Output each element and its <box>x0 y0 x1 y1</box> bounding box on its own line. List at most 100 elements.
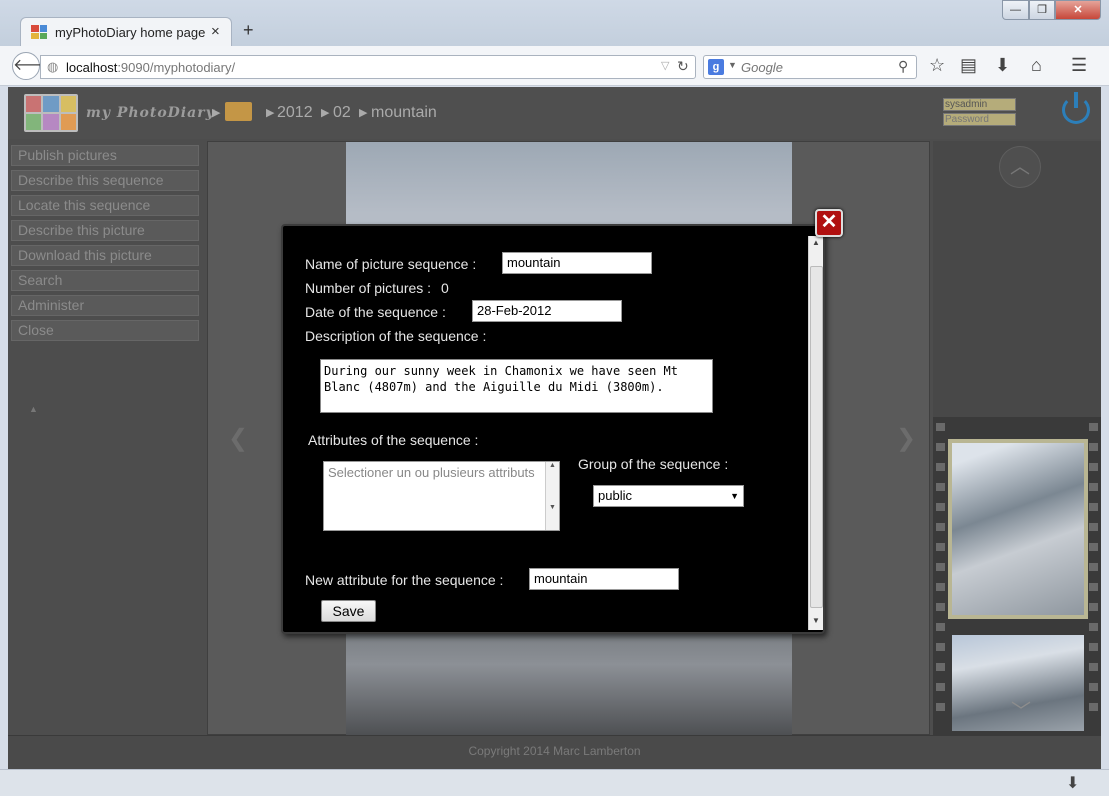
new-attribute-label: New attribute for the sequence : <box>305 572 504 588</box>
dialog-scrollbar[interactable]: ▲ ▼ <box>808 236 823 630</box>
engine-dropdown-icon[interactable]: ▼ <box>728 60 737 70</box>
breadcrumb-separator-icon: ▶ <box>212 107 221 119</box>
sprocket-hole <box>936 603 945 611</box>
username-field[interactable]: sysadmin <box>943 98 1016 111</box>
filmstrip-scroll-down-icon[interactable]: ﹀ <box>1011 695 1031 724</box>
sprocket-hole <box>936 563 945 571</box>
sprocket-hole <box>1089 463 1098 471</box>
sidebar-scroll-up-icon[interactable]: ▲ <box>29 404 38 414</box>
attributes-label: Attributes of the sequence : <box>308 432 479 448</box>
sprocket-hole <box>1089 563 1098 571</box>
url-bar[interactable]: ◍ localhost:9090/myphotodiary/ ▽ ↻ <box>40 55 696 79</box>
breadcrumb-separator-icon: ▶ <box>266 107 275 119</box>
menu-describe-picture[interactable]: Describe this picture <box>11 220 199 241</box>
menu-search[interactable]: Search <box>11 270 199 291</box>
window-close-button[interactable]: ✕ <box>1055 0 1101 20</box>
sprocket-hole <box>1089 643 1098 651</box>
sprocket-hole <box>936 643 945 651</box>
previous-photo-icon[interactable]: ❮ <box>228 424 248 453</box>
menu-close[interactable]: Close <box>11 320 199 341</box>
menu-administer[interactable]: Administer <box>11 295 199 316</box>
group-label: Group of the sequence : <box>578 456 729 472</box>
description-label: Description of the sequence : <box>305 328 487 344</box>
new-tab-button[interactable]: + <box>243 20 254 41</box>
downloads-icon[interactable]: ⬇ <box>995 55 1010 76</box>
scrollbar-thumb[interactable] <box>810 266 823 608</box>
scroll-up-icon[interactable]: ▲ <box>812 238 820 247</box>
logo-text: my PhotoDiary <box>86 105 215 121</box>
filmstrip-scroll-up-button[interactable]: ︿ <box>999 146 1041 188</box>
menu-download-picture[interactable]: Download this picture <box>11 245 199 266</box>
scroll-down-icon[interactable]: ▼ <box>812 616 820 625</box>
sprocket-hole <box>936 443 945 451</box>
bookmark-star-icon[interactable]: ☆ <box>929 55 945 76</box>
url-text: localhost:9090/myphotodiary/ <box>66 60 236 75</box>
sprocket-hole <box>1089 523 1098 531</box>
sprocket-hole <box>936 543 945 551</box>
password-field[interactable]: Password <box>943 113 1016 126</box>
count-label: Number of pictures : <box>305 280 432 296</box>
sprocket-hole <box>936 703 945 711</box>
browser-status-bar: ⬇ <box>0 769 1109 796</box>
breadcrumb-sequence[interactable]: mountain <box>371 104 437 122</box>
reload-icon[interactable]: ↻ <box>677 58 689 75</box>
group-select[interactable]: public ▼ <box>593 485 744 507</box>
sprocket-hole <box>1089 663 1098 671</box>
close-dialog-button[interactable]: ✕ <box>815 209 843 237</box>
filmstrip-panel: ︿ ﹀ <box>933 141 1101 735</box>
description-textarea[interactable]: During our sunny week in Chamonix we hav… <box>320 359 713 413</box>
globe-icon: ◍ <box>47 59 59 74</box>
search-placeholder: Google <box>741 60 783 75</box>
power-icon-line <box>1074 92 1078 108</box>
favicon-icon <box>31 25 47 39</box>
home-icon[interactable]: ⌂ <box>1031 55 1042 76</box>
back-button[interactable]: 🡐 <box>12 52 56 80</box>
attributes-scrollbar[interactable]: ▲ ▼ <box>545 462 559 530</box>
filmstrip: ﹀ <box>933 417 1101 735</box>
breadcrumb-separator-icon: ▶ <box>359 107 368 119</box>
sprocket-hole <box>936 463 945 471</box>
window-maximize-button[interactable]: ❐ <box>1029 0 1055 20</box>
sequence-name-input[interactable]: mountain <box>502 252 652 274</box>
menu-icon[interactable]: ☰ <box>1071 55 1087 76</box>
window-minimize-button[interactable]: — <box>1002 0 1029 20</box>
menu-describe-sequence[interactable]: Describe this sequence <box>11 170 199 191</box>
search-bar[interactable]: g ▼ Google ⚲ <box>703 55 917 79</box>
sidebar-menu: Publish pictures Describe this sequence … <box>8 139 205 782</box>
sprocket-hole <box>1089 483 1098 491</box>
picture-count: 0 <box>441 280 449 296</box>
sprocket-hole <box>1089 543 1098 551</box>
sprocket-hole <box>1089 703 1098 711</box>
menu-publish-pictures[interactable]: Publish pictures <box>11 145 199 166</box>
breadcrumb-month[interactable]: 02 <box>333 104 351 122</box>
google-icon: g <box>708 59 724 75</box>
menu-locate-sequence[interactable]: Locate this sequence <box>11 195 199 216</box>
search-icon[interactable]: ⚲ <box>898 58 908 75</box>
thumbnail-selected[interactable] <box>948 439 1088 619</box>
tab-close-icon[interactable]: × <box>211 23 220 40</box>
sprocket-hole <box>936 523 945 531</box>
browser-tab[interactable]: myPhotoDiary home page × <box>20 17 232 47</box>
new-attribute-input[interactable]: mountain <box>529 568 679 590</box>
url-dropdown-icon[interactable]: ▽ <box>661 59 669 72</box>
sequence-date-input[interactable]: 28-Feb-2012 <box>472 300 622 322</box>
attributes-select[interactable]: Selectioner un ou plusieurs attributs ▲ ▼ <box>323 461 560 531</box>
sprocket-hole <box>936 663 945 671</box>
sprocket-hole <box>1089 423 1098 431</box>
save-button[interactable]: Save <box>321 600 376 622</box>
footer: Copyright 2014 Marc Lamberton <box>8 735 1101 769</box>
sprocket-hole <box>1089 623 1098 631</box>
breadcrumb-year[interactable]: 2012 <box>277 104 313 122</box>
download-icon[interactable]: ⬇ <box>1066 773 1079 793</box>
reading-list-icon[interactable]: ▤ <box>960 55 977 76</box>
sprocket-hole <box>1089 503 1098 511</box>
sprocket-hole <box>936 683 945 691</box>
tab-title: myPhotoDiary home page <box>55 25 206 40</box>
sequence-dialog: Name of picture sequence : mountain Numb… <box>281 224 825 634</box>
sprocket-hole <box>936 583 945 591</box>
logo-icon[interactable] <box>24 94 78 132</box>
folder-icon[interactable] <box>225 102 252 121</box>
next-photo-icon[interactable]: ❯ <box>896 424 916 453</box>
breadcrumb-separator-icon: ▶ <box>321 107 330 119</box>
sprocket-hole <box>1089 603 1098 611</box>
